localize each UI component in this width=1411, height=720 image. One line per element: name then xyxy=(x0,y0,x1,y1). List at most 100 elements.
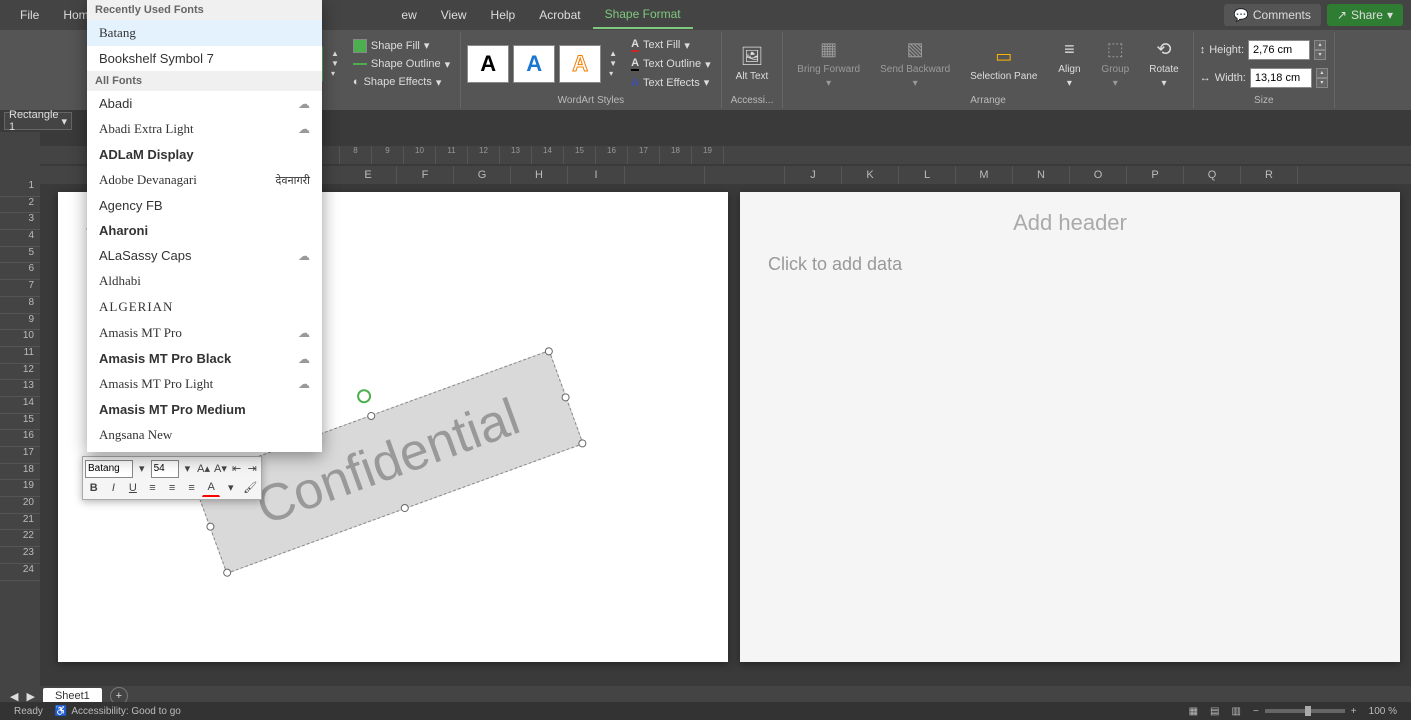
font-color-dropdown[interactable]: ▾ xyxy=(222,479,240,497)
share-button[interactable]: ↗ Share ▾ xyxy=(1327,4,1403,26)
font-item[interactable]: Amasis MT Pro Black☁ xyxy=(87,346,322,371)
font-item[interactable]: Aharoni xyxy=(87,218,322,243)
font-item[interactable]: Aldhabi xyxy=(87,268,322,294)
row-header[interactable]: 19 xyxy=(0,480,40,497)
menu-view[interactable]: ew xyxy=(389,2,428,28)
font-item[interactable]: Abadi Extra Light☁ xyxy=(87,116,322,142)
column-header[interactable]: E xyxy=(340,166,397,184)
wordart-down[interactable]: ▼ xyxy=(609,59,617,68)
column-header[interactable]: Q xyxy=(1184,166,1241,184)
align-center-button[interactable]: ≡ xyxy=(163,479,181,497)
text-outline-button[interactable]: AText Outline▾ xyxy=(627,55,715,73)
column-header[interactable]: G xyxy=(454,166,511,184)
font-item-recent[interactable]: Batang xyxy=(87,20,322,46)
row-header[interactable]: 17 xyxy=(0,447,40,464)
font-item[interactable]: Abadi☁ xyxy=(87,91,322,116)
row-headers[interactable]: 123456789101112131415161718192021222324 xyxy=(0,132,40,690)
page-2[interactable]: Add header Click to add data xyxy=(740,192,1400,662)
font-item[interactable]: Agency FB xyxy=(87,193,322,218)
zoom-slider[interactable] xyxy=(1265,709,1345,713)
font-item[interactable]: ALGERIAN xyxy=(87,294,322,320)
underline-button[interactable]: U xyxy=(124,479,142,497)
namebox[interactable]: Rectangle 1▾ xyxy=(4,112,72,130)
send-backward-button[interactable]: ▧ Send Backward▾ xyxy=(872,36,958,92)
resize-handle-e[interactable] xyxy=(560,392,570,402)
mini-font-dropdown[interactable]: ▾ xyxy=(135,460,149,478)
style-gallery-more[interactable]: ▾ xyxy=(331,69,339,78)
mini-size-dropdown[interactable]: ▾ xyxy=(181,460,195,478)
resize-handle-n[interactable] xyxy=(366,411,376,421)
resize-handle-s[interactable] xyxy=(400,503,410,513)
resize-handle-sw[interactable] xyxy=(222,568,232,578)
sheet-nav-prev[interactable]: ◀ xyxy=(10,690,18,703)
style-gallery-down[interactable]: ▼ xyxy=(331,59,339,68)
mini-font-input[interactable] xyxy=(85,460,133,478)
shape-fill-button[interactable]: Shape Fill▾ xyxy=(349,37,454,55)
width-spinner[interactable]: ▴▾ xyxy=(1316,68,1328,88)
font-item[interactable]: ALaSassy Caps☁ xyxy=(87,243,322,268)
row-header[interactable]: 13 xyxy=(0,380,40,397)
resize-handle-w[interactable] xyxy=(205,522,215,532)
row-header[interactable]: 23 xyxy=(0,547,40,564)
comments-button[interactable]: 💬 Comments xyxy=(1224,4,1321,26)
column-header[interactable]: K xyxy=(842,166,899,184)
row-header[interactable]: 12 xyxy=(0,364,40,381)
menu-file[interactable]: File xyxy=(8,2,51,28)
row-header[interactable]: 9 xyxy=(0,314,40,331)
menu-help[interactable]: Help xyxy=(479,2,528,28)
row-header[interactable]: 22 xyxy=(0,530,40,547)
align-button[interactable]: ≡ Align▾ xyxy=(1049,36,1089,92)
column-header[interactable]: L xyxy=(899,166,956,184)
column-header[interactable]: J xyxy=(785,166,842,184)
row-header[interactable]: 8 xyxy=(0,297,40,314)
column-header[interactable] xyxy=(625,166,705,184)
row-header[interactable]: 1 xyxy=(0,180,40,197)
menu-acrobat[interactable]: Acrobat xyxy=(527,2,592,28)
wordart-style-2[interactable]: A xyxy=(513,45,555,83)
mini-size-input[interactable] xyxy=(151,460,179,478)
shape-effects-button[interactable]: ◐Shape Effects▾ xyxy=(349,74,454,91)
row-header[interactable]: 20 xyxy=(0,497,40,514)
zoom-level[interactable]: 100 % xyxy=(1363,706,1403,717)
menu-view-full[interactable]: View xyxy=(429,2,479,28)
font-item-recent[interactable]: Bookshelf Symbol 7 xyxy=(87,46,322,71)
decrease-indent-button[interactable]: ⇤ xyxy=(230,460,244,478)
shape-outline-button[interactable]: Shape Outline▾ xyxy=(349,56,454,73)
increase-indent-button[interactable]: ⇥ xyxy=(245,460,259,478)
align-right-button[interactable]: ≡ xyxy=(183,479,201,497)
font-item[interactable]: Adobe Devanagariदेवनागरी xyxy=(87,167,322,193)
row-header[interactable]: 24 xyxy=(0,564,40,581)
row-header[interactable]: 21 xyxy=(0,514,40,531)
resize-handle-se[interactable] xyxy=(577,438,587,448)
selection-pane-button[interactable]: ▭ Selection Pane xyxy=(962,43,1045,85)
alt-text-button[interactable]: 🖼 Alt Text xyxy=(728,43,777,85)
rotate-handle[interactable] xyxy=(355,387,373,405)
row-header[interactable]: 15 xyxy=(0,414,40,431)
wordart-up[interactable]: ▲ xyxy=(609,49,617,58)
column-header[interactable]: P xyxy=(1127,166,1184,184)
page2-data-placeholder[interactable]: Click to add data xyxy=(740,254,1400,275)
wordart-style-3[interactable]: A xyxy=(559,45,601,83)
zoom-out-button[interactable]: − xyxy=(1247,706,1265,717)
height-spinner[interactable]: ▴▾ xyxy=(1314,40,1326,60)
row-header[interactable]: 4 xyxy=(0,230,40,247)
column-header[interactable]: O xyxy=(1070,166,1127,184)
column-header[interactable]: I xyxy=(568,166,625,184)
column-header[interactable]: H xyxy=(511,166,568,184)
font-item[interactable]: Amasis MT Pro Medium xyxy=(87,397,322,422)
accessibility-status[interactable]: ♿ Accessibility: Good to go xyxy=(49,706,187,717)
bring-forward-button[interactable]: ▦ Bring Forward▾ xyxy=(789,36,868,92)
rotate-button[interactable]: ⟲ Rotate▾ xyxy=(1141,36,1186,92)
row-header[interactable]: 16 xyxy=(0,430,40,447)
menu-shape-format[interactable]: Shape Format xyxy=(593,1,693,29)
font-dropdown[interactable]: Recently Used Fonts Batang Bookshelf Sym… xyxy=(87,0,322,452)
row-header[interactable]: 3 xyxy=(0,213,40,230)
bold-button[interactable]: B xyxy=(85,479,103,497)
wordart-style-1[interactable]: A xyxy=(467,45,509,83)
decrease-font-button[interactable]: A▾ xyxy=(213,460,228,478)
text-effects-button[interactable]: AText Effects▾ xyxy=(627,74,715,91)
row-header[interactable]: 11 xyxy=(0,347,40,364)
font-item[interactable]: ADLaM Display xyxy=(87,142,322,167)
view-page-button[interactable]: ▤ xyxy=(1204,706,1225,717)
row-header[interactable]: 7 xyxy=(0,280,40,297)
